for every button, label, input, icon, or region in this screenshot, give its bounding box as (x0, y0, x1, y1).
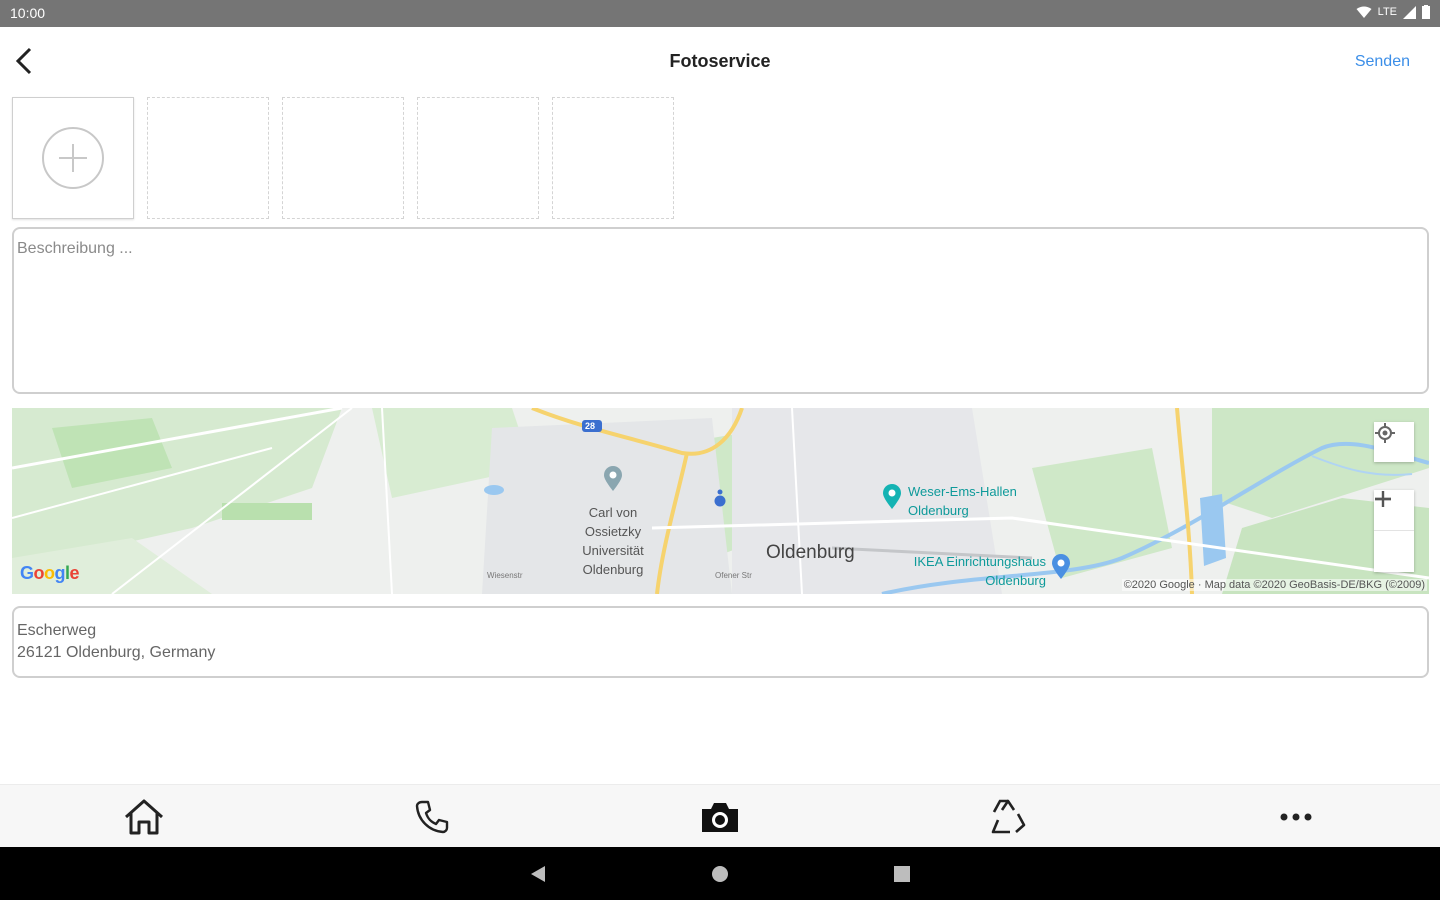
circle-home-icon (712, 866, 728, 882)
app-bar: Fotoservice Senden (0, 27, 1440, 95)
map-label-line: Universität (582, 543, 644, 558)
road-label: Wiesenstr (487, 571, 523, 580)
nav-more[interactable] (1272, 795, 1320, 839)
plus-circle-icon (42, 127, 104, 189)
map-pin-icon (604, 466, 622, 491)
photo-slot[interactable] (147, 97, 269, 219)
description-input[interactable] (14, 229, 1427, 392)
google-logo-letter: g (54, 563, 66, 583)
description-box (12, 227, 1429, 394)
map-label-line: Oldenburg (582, 562, 644, 577)
phone-icon (415, 800, 449, 834)
zoom-control (1374, 490, 1414, 572)
map-label-line: Ossietzky (584, 524, 642, 539)
poi-ikea-icon (1052, 554, 1070, 579)
my-location-button[interactable] (1374, 422, 1414, 462)
highway-label: 28 (585, 421, 596, 431)
google-logo-letter: o (44, 563, 55, 583)
address-line-street: Escherweg (17, 622, 97, 639)
network-label: LTE (1377, 6, 1397, 18)
triangle-back-icon (531, 866, 545, 882)
battery-icon (1422, 5, 1430, 19)
google-logo-letter: o (33, 563, 45, 583)
nav-phone[interactable] (408, 795, 456, 839)
map-poi-ikea: IKEA Einrichtungshaus Oldenburg (886, 552, 1046, 590)
photo-slot[interactable] (552, 97, 674, 219)
wifi-icon (1356, 6, 1372, 18)
recycle-icon (991, 799, 1026, 834)
nav-camera[interactable] (696, 795, 744, 839)
page-title: Fotoservice (669, 51, 771, 71)
system-nav-bar (0, 847, 1440, 900)
google-logo: Google (20, 563, 80, 584)
google-logo-letter: G (20, 563, 34, 583)
map-poi-line: IKEA Einrichtungshaus (913, 554, 1046, 569)
photo-slot[interactable] (417, 97, 539, 219)
map-poi-line: Oldenburg (985, 573, 1046, 588)
zoom-out-button[interactable] (1374, 497, 1414, 572)
square-recents-icon (894, 866, 910, 882)
poi-weser-icon (883, 484, 901, 509)
home-icon (125, 799, 163, 835)
address-field[interactable]: Escherweg 26121 Oldenburg, Germany (12, 606, 1429, 678)
nav-recycle[interactable] (984, 795, 1032, 839)
system-recents-button[interactable] (890, 862, 914, 886)
map-label-line: Carl von (588, 505, 638, 520)
address-line-city: 26121 Oldenburg, Germany (17, 644, 216, 661)
photo-strip (12, 97, 674, 219)
system-home-button[interactable] (708, 862, 732, 886)
map-poi-weser-ems-hallen: Weser-Ems-Hallen Oldenburg (908, 482, 1017, 520)
map-view[interactable]: 28 Carl von Ossietzky Universität Oldenb… (12, 408, 1429, 594)
send-button[interactable]: Senden (1355, 53, 1410, 71)
map-poi-line: Weser-Ems-Hallen (908, 484, 1017, 499)
map-label-university: Carl von Ossietzky Universität Oldenburg (574, 503, 652, 579)
system-back-button[interactable] (526, 862, 550, 886)
minus-icon (1375, 497, 1391, 501)
status-time: 10:00 (10, 5, 46, 21)
crosshair-icon (1375, 423, 1395, 443)
map-label-city: Oldenburg (766, 542, 855, 563)
road-label: Ofener Str (715, 571, 752, 580)
status-icons: LTE (1356, 5, 1430, 19)
location-dot-icon (714, 489, 726, 507)
camera-icon (702, 803, 738, 832)
add-photo-button[interactable] (12, 97, 134, 219)
nav-home[interactable] (120, 795, 168, 839)
map-copyright: ©2020 Google · Map data ©2020 GeoBasis-D… (1121, 579, 1427, 591)
map-poi-line: Oldenburg (908, 503, 969, 518)
photo-slot[interactable] (282, 97, 404, 219)
signal-icon (1403, 5, 1416, 19)
status-bar: 10:00 LTE (0, 0, 1440, 27)
google-logo-letter: e (69, 563, 80, 583)
bottom-nav (0, 784, 1440, 847)
more-icon (1280, 813, 1312, 821)
